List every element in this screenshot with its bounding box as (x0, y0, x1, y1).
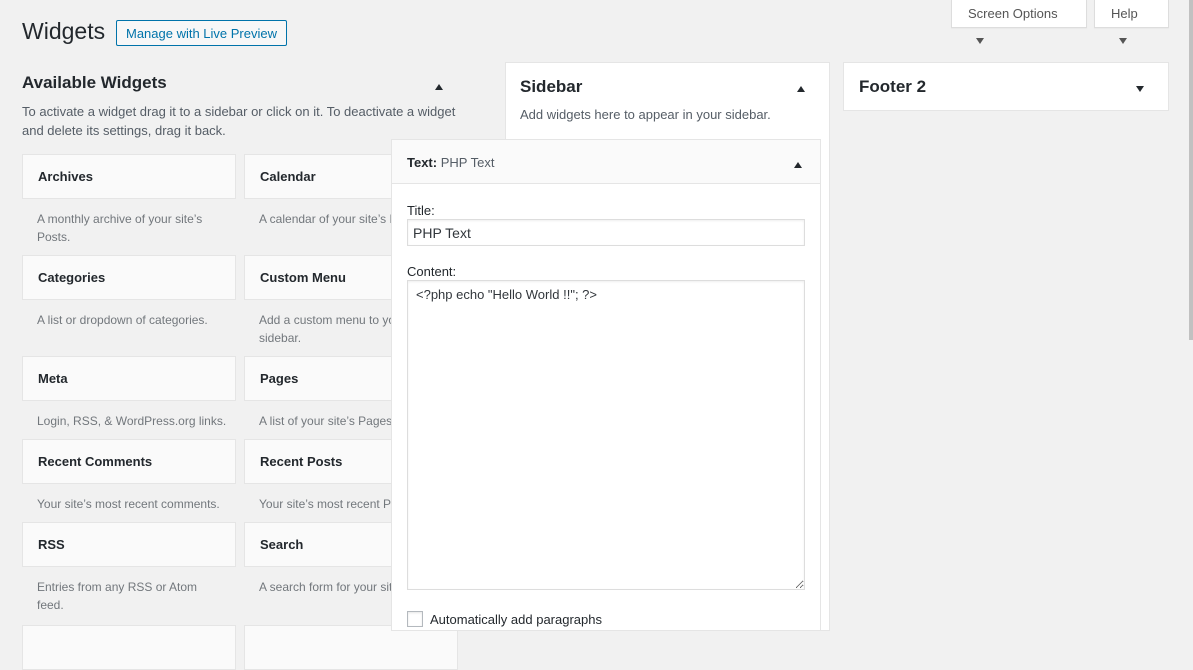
sidebar-collapse-icon[interactable] (797, 80, 805, 95)
title-label: Title: (407, 203, 435, 218)
widget-name: Pages (260, 371, 299, 386)
auto-paragraphs-label[interactable]: Automatically add paragraphs (430, 612, 602, 627)
widget-description: A list or dropdown of categories. (37, 313, 208, 327)
footer-2-expand-icon[interactable] (1136, 80, 1144, 95)
widget-description: A monthly archive of your site’s Posts. (37, 212, 203, 244)
widget-item[interactable] (22, 625, 236, 670)
widget-item[interactable]: Categories (22, 255, 236, 300)
widget-description: Your site’s most recent comments. (37, 497, 220, 511)
widget-description: Entries from any RSS or Atom feed. (37, 580, 198, 612)
widget-name: Meta (38, 371, 68, 386)
title-input[interactable] (407, 219, 805, 246)
text-widget-collapse-icon[interactable] (794, 156, 802, 171)
auto-paragraphs-checkbox[interactable] (407, 611, 423, 627)
widget-name: Recent Posts (260, 454, 343, 469)
page-title: Widgets (22, 18, 106, 44)
widget-type-label: Text: (407, 155, 438, 170)
widget-name: RSS (38, 537, 65, 552)
chevron-down-icon (976, 38, 984, 44)
sidebar-description: Add widgets here to appear in your sideb… (520, 107, 771, 122)
content-textarea[interactable]: <?php echo "Hello World !!"; ?> (407, 280, 805, 590)
collapse-toggle-icon[interactable] (435, 78, 443, 93)
widget-name: Custom Menu (260, 270, 346, 285)
widget-name: Archives (38, 169, 93, 184)
screen-options-button[interactable]: Screen Options (951, 0, 1087, 44)
widget-item[interactable]: Recent Comments (22, 439, 236, 484)
sidebar-title: Sidebar (520, 77, 583, 96)
text-widget-title: Text: PHP Text (407, 155, 494, 170)
page-scrollbar[interactable] (1189, 0, 1193, 340)
widget-item[interactable]: RSS (22, 522, 236, 567)
available-widgets-title: Available Widgets (22, 73, 167, 92)
manage-live-preview-button[interactable]: Manage with Live Preview (116, 20, 287, 46)
widget-name: Calendar (260, 169, 316, 184)
screen-options-label: Screen Options (968, 6, 1058, 21)
widget-name: Recent Comments (38, 454, 153, 469)
chevron-down-icon (1119, 38, 1127, 44)
widget-item[interactable]: Archives (22, 154, 236, 199)
available-widgets-description: To activate a widget drag it to a sideba… (22, 104, 456, 138)
widget-name: Search (260, 537, 304, 552)
content-label: Content: (407, 264, 457, 279)
footer-2-title: Footer 2 (859, 77, 927, 96)
widget-name: Categories (38, 270, 106, 285)
widget-description: Login, RSS, & WordPress.org links. (37, 414, 227, 428)
widget-item[interactable] (244, 625, 458, 670)
widget-instance-title: PHP Text (440, 155, 495, 170)
help-label: Help (1111, 6, 1138, 21)
widget-item[interactable]: Meta (22, 356, 236, 401)
help-button[interactable]: Help (1094, 0, 1169, 44)
